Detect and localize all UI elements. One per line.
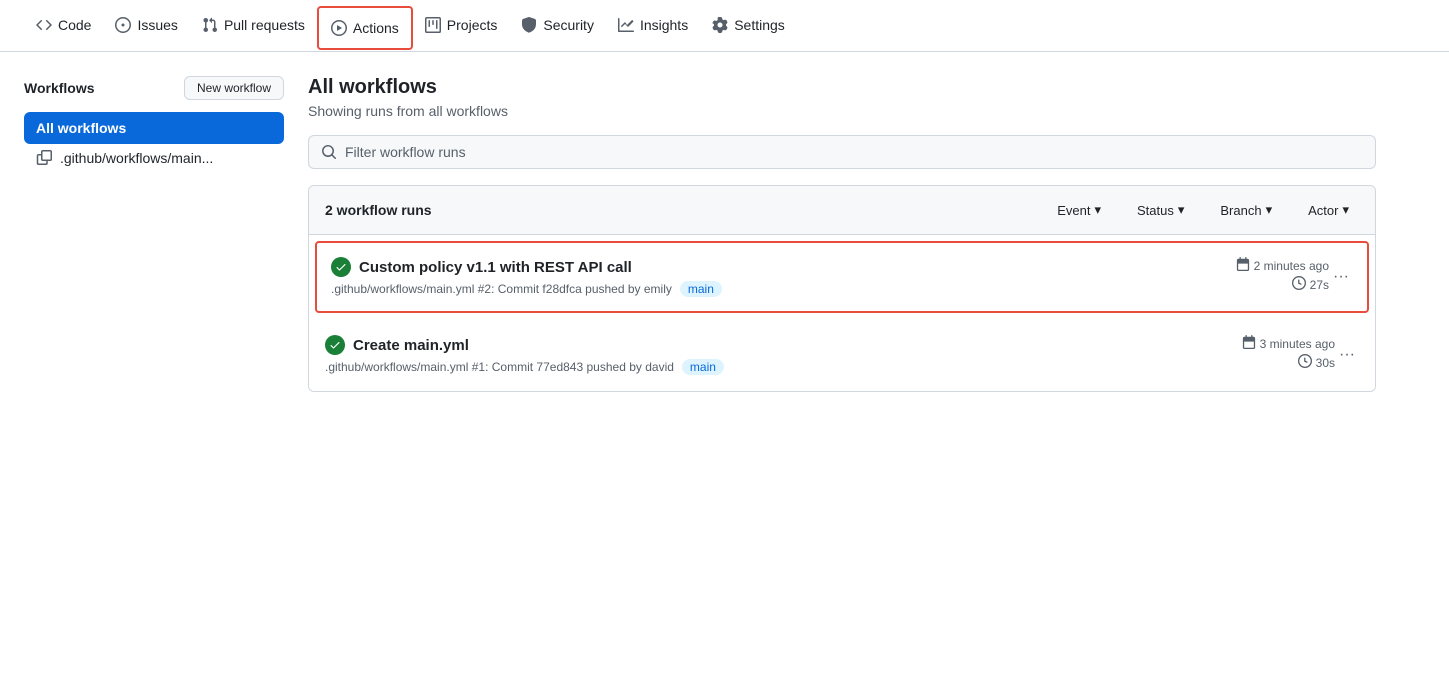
runs-count: 2 workflow runs: [325, 202, 1031, 218]
nav-security[interactable]: Security: [509, 0, 606, 52]
pull-request-icon: [202, 17, 218, 33]
status-chevron-icon: ▾: [1178, 202, 1185, 218]
run-status-success-1: [331, 257, 351, 277]
actor-filter-button[interactable]: Actor ▾: [1298, 198, 1359, 222]
status-filter-label: Status: [1137, 203, 1174, 218]
runs-table: 2 workflow runs Event ▾ Status ▾ Branch …: [308, 185, 1376, 392]
page-container: Workflows New workflow All workflows .gi…: [0, 52, 1400, 416]
run-title-row-2: Create main.yml: [325, 335, 1215, 355]
sidebar-item-main-workflow[interactable]: .github/workflows/main...: [24, 144, 284, 172]
workflow-file-icon: [36, 150, 52, 166]
run-row-2-inner: Create main.yml .github/workflows/main.y…: [325, 335, 1359, 375]
projects-icon: [425, 17, 441, 33]
branch-filter-label: Branch: [1220, 203, 1261, 218]
status-filter-button[interactable]: Status ▾: [1127, 198, 1194, 222]
run-workflow-2: .github/workflows/main.yml #1: Commit 77…: [325, 360, 674, 374]
run-duration-row-1: 27s: [1292, 276, 1329, 293]
run-more-button-1[interactable]: ···: [1329, 268, 1353, 286]
nav-pull-requests[interactable]: Pull requests: [190, 0, 317, 52]
insights-icon: [618, 17, 634, 33]
run-branch-badge-2[interactable]: main: [682, 359, 724, 375]
run-duration-row-2: 30s: [1298, 354, 1335, 371]
run-time-ago-1: 2 minutes ago: [1254, 259, 1329, 273]
branch-filter-button[interactable]: Branch ▾: [1210, 198, 1282, 222]
run-time-info-2: 3 minutes ago 30s: [1215, 335, 1335, 371]
search-icon: [321, 144, 337, 160]
security-icon: [521, 17, 537, 33]
sidebar-header: Workflows New workflow: [24, 76, 284, 100]
run-time-ago-2: 3 minutes ago: [1260, 337, 1335, 351]
settings-icon: [712, 17, 728, 33]
nav-issues-label: Issues: [137, 17, 177, 33]
run-duration-1: 27s: [1310, 278, 1329, 292]
nav-code-label: Code: [58, 17, 91, 33]
nav-pull-requests-label: Pull requests: [224, 17, 305, 33]
nav-settings-label: Settings: [734, 17, 785, 33]
event-filter-button[interactable]: Event ▾: [1047, 198, 1111, 222]
main-content: All workflows Showing runs from all work…: [308, 76, 1376, 392]
run-branch-badge-1[interactable]: main: [680, 281, 722, 297]
branch-chevron-icon: ▾: [1266, 202, 1273, 218]
run-title-2[interactable]: Create main.yml: [353, 337, 469, 354]
nav-projects-label: Projects: [447, 17, 498, 33]
event-chevron-icon: ▾: [1094, 202, 1101, 218]
page-title: All workflows: [308, 76, 1376, 99]
calendar-icon-1: [1236, 257, 1250, 274]
nav-security-label: Security: [543, 17, 594, 33]
run-meta-2: .github/workflows/main.yml #1: Commit 77…: [325, 359, 1215, 375]
run-row-1-inner: Custom policy v1.1 with REST API call .g…: [331, 257, 1353, 297]
run-time-info-1: 2 minutes ago 27s: [1209, 257, 1329, 293]
run-title-1[interactable]: Custom policy v1.1 with REST API call: [359, 259, 632, 276]
run-title-row-1: Custom policy v1.1 with REST API call: [331, 257, 1209, 277]
nav-code[interactable]: Code: [24, 0, 103, 52]
top-nav: Code Issues Pull requests Actions: [0, 0, 1449, 52]
sidebar-workflow-label: .github/workflows/main...: [60, 150, 213, 166]
filter-input[interactable]: [345, 144, 1363, 160]
sidebar-all-workflows-label: All workflows: [36, 120, 126, 136]
nav-issues[interactable]: Issues: [103, 0, 189, 52]
run-time-row-2: 3 minutes ago: [1242, 335, 1335, 352]
page-subtitle: Showing runs from all workflows: [308, 103, 1376, 119]
nav-insights[interactable]: Insights: [606, 0, 700, 52]
run-row-1[interactable]: Custom policy v1.1 with REST API call .g…: [315, 241, 1369, 313]
run-row-2-content: Create main.yml .github/workflows/main.y…: [325, 335, 1215, 375]
event-filter-label: Event: [1057, 203, 1090, 218]
sidebar-item-all-workflows[interactable]: All workflows: [24, 112, 284, 144]
actor-filter-label: Actor: [1308, 203, 1338, 218]
nav-actions[interactable]: Actions: [317, 6, 413, 50]
clock-icon-2: [1298, 354, 1312, 371]
clock-icon-1: [1292, 276, 1306, 293]
run-time-row-1: 2 minutes ago: [1236, 257, 1329, 274]
filter-bar[interactable]: [308, 135, 1376, 169]
issue-icon: [115, 17, 131, 33]
nav-projects[interactable]: Projects: [413, 0, 510, 52]
run-more-button-2[interactable]: ···: [1335, 346, 1359, 364]
run-workflow-1: .github/workflows/main.yml #2: Commit f2…: [331, 282, 672, 296]
nav-settings[interactable]: Settings: [700, 0, 797, 52]
nav-actions-label: Actions: [353, 20, 399, 36]
sidebar: Workflows New workflow All workflows .gi…: [24, 76, 284, 392]
calendar-icon-2: [1242, 335, 1256, 352]
sidebar-title: Workflows: [24, 80, 95, 96]
run-row-2[interactable]: Create main.yml .github/workflows/main.y…: [309, 319, 1375, 391]
run-duration-2: 30s: [1316, 356, 1335, 370]
actor-chevron-icon: ▾: [1342, 202, 1349, 218]
run-status-success-2: [325, 335, 345, 355]
nav-insights-label: Insights: [640, 17, 688, 33]
new-workflow-button[interactable]: New workflow: [184, 76, 284, 100]
runs-table-header: 2 workflow runs Event ▾ Status ▾ Branch …: [309, 186, 1375, 235]
run-meta-1: .github/workflows/main.yml #2: Commit f2…: [331, 281, 1209, 297]
actions-icon: [331, 20, 347, 36]
run-row-1-content: Custom policy v1.1 with REST API call .g…: [331, 257, 1209, 297]
code-icon: [36, 17, 52, 33]
